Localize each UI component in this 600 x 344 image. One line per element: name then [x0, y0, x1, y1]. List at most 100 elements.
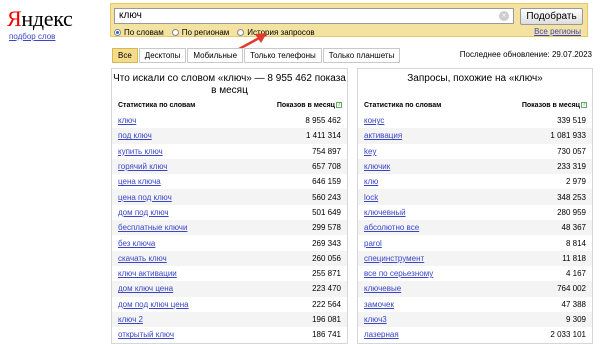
- table-row: ключик 233 319: [358, 158, 592, 175]
- shows-count: 8 955 462: [305, 116, 341, 126]
- shows-count: 339 519: [557, 116, 586, 126]
- tab-tablets-only[interactable]: Только планшеты: [322, 48, 401, 63]
- keyword-link[interactable]: купить ключ: [118, 147, 163, 156]
- shows-count: 348 253: [557, 192, 586, 202]
- keyword-link[interactable]: все по серьезному: [364, 269, 433, 278]
- col-keywords: Статистика по словам: [364, 102, 442, 109]
- col-shows-wrap: Показов в месяц?: [522, 102, 587, 113]
- shows-count: 4 167: [565, 269, 586, 279]
- clear-icon[interactable]: ×: [499, 11, 509, 21]
- regions-link[interactable]: Все регионы: [534, 27, 581, 36]
- keyword-link[interactable]: ключ3: [364, 315, 387, 324]
- yandex-logo[interactable]: Яндекс: [7, 6, 73, 32]
- keyword-link[interactable]: ключ: [118, 116, 136, 125]
- tab-all[interactable]: Все: [112, 48, 138, 63]
- keyword-link[interactable]: абсолютно все: [364, 223, 419, 232]
- panel-title: Что искали со словом «ключ» — 8 955 462 …: [113, 73, 346, 96]
- keyword-link[interactable]: клю: [364, 177, 378, 186]
- tab-desktops[interactable]: Десктопы: [138, 48, 187, 63]
- keyword-link[interactable]: лазерная: [364, 330, 399, 339]
- shows-count: 2 033 101: [550, 330, 586, 340]
- table-row: без ключа 269 343: [112, 235, 347, 250]
- keyword-link[interactable]: ключевный: [364, 208, 406, 217]
- col-keywords: Статистика по словам: [118, 102, 196, 109]
- shows-count: 9 309: [565, 315, 586, 324]
- keyword-link[interactable]: ключ активации: [118, 269, 177, 278]
- table-row: горячий ключ 657 708: [112, 158, 347, 175]
- column-header: Статистика по словам Показов в месяц?: [112, 99, 347, 113]
- table-row: цена ключа 646 159: [112, 174, 347, 189]
- table-row: конус 339 519: [358, 113, 592, 128]
- keyword-link[interactable]: открытый ключ: [118, 330, 174, 339]
- table-row: key 730 057: [358, 144, 592, 159]
- keyword-link[interactable]: без ключа: [118, 239, 155, 248]
- table-row: parol 8 814: [358, 235, 592, 250]
- keyword-link[interactable]: ключ 2: [118, 315, 143, 324]
- shows-count: 186 741: [312, 330, 341, 340]
- shows-count: 1 081 933: [550, 131, 586, 141]
- help-icon[interactable]: ?: [336, 102, 342, 108]
- keyword-link[interactable]: горячий ключ: [118, 162, 167, 171]
- shows-count: 8 814: [565, 238, 586, 248]
- search-input[interactable]: ключ ×: [114, 8, 514, 24]
- shows-count: 646 159: [312, 177, 341, 187]
- radio-by-words[interactable]: По словам: [114, 28, 164, 37]
- table-row: клю 2 979: [358, 174, 592, 189]
- radio-dot: [114, 28, 121, 36]
- keyword-list: ключ 8 955 462 под ключ 1 411 314 купить клю…: [112, 113, 347, 342]
- shows-count: 223 470: [312, 284, 341, 294]
- keyword-link[interactable]: цена под ключ: [118, 193, 172, 202]
- table-row: все по серьезному 4 167: [358, 266, 592, 281]
- table-row: ключ 2 196 081: [112, 311, 347, 328]
- shows-count: 299 578: [312, 223, 341, 233]
- submit-button[interactable]: Подобрать: [520, 8, 583, 25]
- keyword-link[interactable]: активация: [364, 131, 402, 140]
- shows-count: 754 897: [312, 146, 341, 156]
- keyword-link[interactable]: дом под ключ: [118, 208, 169, 217]
- help-icon[interactable]: ?: [581, 102, 587, 108]
- wordstat-link[interactable]: подбор слов: [9, 32, 55, 41]
- table-row: ключевые 764 002: [358, 281, 592, 297]
- radio-dot: [171, 28, 179, 36]
- device-tabs: Все Десктопы Мобильные Только телефоны Т…: [112, 48, 401, 63]
- table-row: скачать ключ 260 056: [112, 250, 347, 266]
- table-row: открытый ключ 186 741: [112, 327, 347, 342]
- keyword-link[interactable]: key: [364, 147, 376, 156]
- col-shows: Показов в месяц: [276, 102, 335, 109]
- keyword-link[interactable]: parol: [364, 239, 382, 248]
- tab-phones-only[interactable]: Только телефоны: [244, 48, 322, 63]
- shows-count: 255 871: [312, 269, 341, 279]
- col-shows: Показов в месяц: [521, 102, 580, 109]
- table-row: замочек 47 388: [358, 297, 592, 312]
- shows-count: 47 388: [561, 299, 586, 309]
- col-shows-wrap: Показов в месяц?: [277, 102, 342, 113]
- keyword-link[interactable]: lock: [364, 193, 378, 202]
- table-row: дом ключ цена 223 470: [112, 281, 347, 297]
- shows-count: 730 057: [557, 146, 586, 156]
- table-row: купить ключ 754 897: [112, 144, 347, 159]
- table-row: специнструмент 11 818: [358, 250, 592, 266]
- keyword-link[interactable]: скачать ключ: [118, 254, 167, 263]
- table-row: абсолютно все 48 367: [358, 220, 592, 236]
- keyword-link[interactable]: замочек: [364, 300, 394, 309]
- keyword-link[interactable]: под ключ: [118, 131, 152, 140]
- shows-count: 260 056: [312, 253, 341, 263]
- keywords-panel: Что искали со словом «ключ» — 8 955 462 …: [111, 68, 348, 344]
- keyword-link[interactable]: конус: [364, 116, 384, 125]
- table-row: ключ 8 955 462: [112, 113, 347, 128]
- keyword-link[interactable]: дом под ключ цена: [118, 300, 189, 309]
- tab-mobile[interactable]: Мобильные: [187, 48, 244, 63]
- keyword-link[interactable]: ключик: [364, 162, 390, 171]
- table-row: lock 348 253: [358, 189, 592, 205]
- similar-queries-panel: Запросы, похожие на «ключ» Статистика по…: [357, 68, 593, 344]
- keyword-link[interactable]: дом ключ цена: [118, 284, 173, 293]
- shows-count: 501 649: [312, 207, 341, 217]
- keyword-link[interactable]: цена ключа: [118, 177, 161, 186]
- keyword-link[interactable]: бесплатные ключи: [118, 223, 187, 232]
- keyword-link[interactable]: специнструмент: [364, 254, 424, 263]
- keyword-link[interactable]: ключевые: [364, 284, 401, 293]
- shows-count: 196 081: [312, 315, 341, 324]
- shows-count: 269 343: [312, 238, 341, 248]
- similar-list: конус 339 519 активация 1 081 933 key 730 057…: [358, 113, 592, 342]
- search-input-value: ключ: [119, 10, 142, 21]
